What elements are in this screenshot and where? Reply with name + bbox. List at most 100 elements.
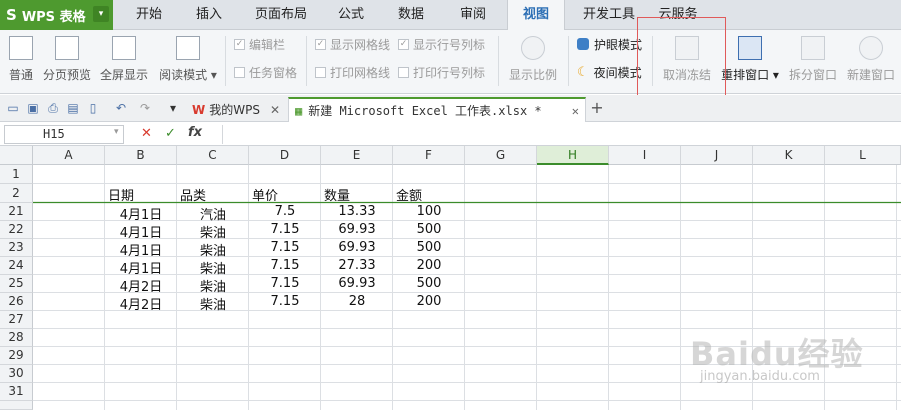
- cell-date[interactable]: 4月1日: [105, 204, 177, 223]
- header-cell-price[interactable]: 单价: [252, 185, 278, 204]
- row-header[interactable]: 22: [0, 221, 33, 239]
- tab-my-wps[interactable]: W 我的WPS ✕: [186, 97, 286, 122]
- spreadsheet-grid[interactable]: A B C D E F G H I J K L 1 2 21 22 23 24 …: [0, 146, 901, 410]
- col-header-i[interactable]: I: [609, 146, 681, 165]
- eye-mode-button[interactable]: 护眼模式: [577, 36, 642, 52]
- print-gridlines-checkbox[interactable]: 打印网格线: [315, 64, 390, 80]
- new-window-button[interactable]: 新建窗口: [844, 34, 898, 90]
- tab-workbook[interactable]: ▦ 新建 Microsoft Excel 工作表.xlsx * ✕: [288, 97, 586, 122]
- cell-amount[interactable]: 500: [393, 240, 465, 255]
- row-header[interactable]: 26: [0, 293, 33, 311]
- cell-quantity[interactable]: 28: [321, 294, 393, 309]
- row-header[interactable]: 28: [0, 329, 33, 347]
- close-icon[interactable]: ✕: [270, 103, 280, 117]
- cell-category[interactable]: 汽油: [177, 204, 249, 223]
- cell-amount[interactable]: 100: [393, 204, 465, 219]
- reading-mode-button[interactable]: 阅读模式 ▾: [156, 34, 220, 90]
- name-box[interactable]: H15: [4, 125, 124, 144]
- close-icon[interactable]: ✕: [572, 104, 579, 118]
- row-header[interactable]: [0, 401, 33, 410]
- cell-date[interactable]: 4月2日: [105, 276, 177, 295]
- col-header-k[interactable]: K: [753, 146, 825, 165]
- row-header[interactable]: 25: [0, 275, 33, 293]
- cell-amount[interactable]: 200: [393, 258, 465, 273]
- col-header-d[interactable]: D: [249, 146, 321, 165]
- row-header[interactable]: 24: [0, 257, 33, 275]
- save-icon[interactable]: ▣: [26, 101, 40, 115]
- menu-insert[interactable]: 插入: [184, 0, 234, 30]
- cell-date[interactable]: 4月1日: [105, 222, 177, 241]
- row-header[interactable]: 2: [0, 184, 33, 203]
- folder-icon[interactable]: ▭: [6, 101, 20, 115]
- col-header-l[interactable]: L: [825, 146, 901, 165]
- formula-input[interactable]: [222, 125, 898, 144]
- col-header-a[interactable]: A: [33, 146, 105, 165]
- row-header[interactable]: 30: [0, 365, 33, 383]
- edit-bar-checkbox[interactable]: ✓ 编辑栏: [234, 36, 285, 52]
- row-header[interactable]: 23: [0, 239, 33, 257]
- col-header-h[interactable]: H: [537, 146, 609, 165]
- cell-category[interactable]: 柴油: [177, 240, 249, 259]
- print-icon[interactable]: ▤: [66, 101, 80, 115]
- menu-home[interactable]: 开始: [124, 0, 174, 30]
- preview-icon[interactable]: ▯: [86, 101, 100, 115]
- cell-quantity[interactable]: 69.93: [321, 240, 393, 255]
- cell-price[interactable]: 7.15: [249, 294, 321, 309]
- cell-price[interactable]: 7.5: [249, 204, 321, 219]
- customize-toolbar-icon[interactable]: ▾: [166, 101, 180, 115]
- cancel-icon[interactable]: ✕: [141, 126, 152, 141]
- page-break-preview-button[interactable]: 分页预览: [42, 34, 92, 90]
- cell-quantity[interactable]: 69.93: [321, 276, 393, 291]
- menu-formulas[interactable]: 公式: [326, 0, 376, 30]
- header-cell-category[interactable]: 品类: [180, 185, 206, 204]
- col-header-g[interactable]: G: [465, 146, 537, 165]
- cell-amount[interactable]: 500: [393, 276, 465, 291]
- menu-developer[interactable]: 开发工具: [576, 0, 642, 30]
- undo-icon[interactable]: ↶: [114, 101, 128, 115]
- menu-data[interactable]: 数据: [386, 0, 436, 30]
- cell-amount[interactable]: 200: [393, 294, 465, 309]
- col-header-b[interactable]: B: [105, 146, 177, 165]
- show-headers-checkbox[interactable]: ✓ 显示行号列标: [398, 36, 485, 52]
- redo-icon[interactable]: ↷: [138, 101, 152, 115]
- select-all-corner[interactable]: [0, 146, 33, 165]
- row-header[interactable]: 21: [0, 203, 33, 221]
- cell-price[interactable]: 7.15: [249, 240, 321, 255]
- cell-price[interactable]: 7.15: [249, 258, 321, 273]
- confirm-icon[interactable]: ✓: [165, 126, 176, 141]
- menu-page-layout[interactable]: 页面布局: [248, 0, 314, 30]
- cell-date[interactable]: 4月1日: [105, 258, 177, 277]
- cell-price[interactable]: 7.15: [249, 276, 321, 291]
- arrange-windows-button[interactable]: 重排窗口 ▾: [719, 34, 781, 90]
- cell-date[interactable]: 4月1日: [105, 240, 177, 259]
- row-header[interactable]: 27: [0, 311, 33, 329]
- night-mode-button[interactable]: ☾ 夜间模式: [577, 64, 642, 80]
- col-header-f[interactable]: F: [393, 146, 465, 165]
- task-pane-checkbox[interactable]: 任务窗格: [234, 64, 297, 80]
- cell-amount[interactable]: 500: [393, 222, 465, 237]
- header-cell-amount[interactable]: 金额: [396, 185, 422, 204]
- menu-review[interactable]: 审阅: [448, 0, 498, 30]
- cell-price[interactable]: 7.15: [249, 222, 321, 237]
- print-headers-checkbox[interactable]: 打印行号列标: [398, 64, 485, 80]
- cell-category[interactable]: 柴油: [177, 222, 249, 241]
- add-tab-icon[interactable]: +: [590, 100, 604, 116]
- menu-view[interactable]: 视图: [507, 0, 565, 31]
- zoom-button[interactable]: 显示比例: [506, 34, 560, 90]
- chevron-down-icon[interactable]: ▾: [93, 6, 109, 22]
- row-header[interactable]: 31: [0, 383, 33, 401]
- full-screen-button[interactable]: 全屏显示: [98, 34, 150, 90]
- row-header[interactable]: 1: [0, 165, 33, 184]
- normal-view-button[interactable]: 普通: [4, 34, 38, 90]
- split-window-button[interactable]: 拆分窗口: [786, 34, 840, 90]
- header-cell-date[interactable]: 日期: [108, 185, 134, 204]
- col-header-j[interactable]: J: [681, 146, 753, 165]
- cell-category[interactable]: 柴油: [177, 294, 249, 313]
- app-menu-button[interactable]: S WPS 表格 ▾: [0, 0, 113, 30]
- show-gridlines-checkbox[interactable]: ✓ 显示网格线: [315, 36, 390, 52]
- row-header[interactable]: 29: [0, 347, 33, 365]
- cell-category[interactable]: 柴油: [177, 258, 249, 277]
- chevron-down-icon[interactable]: ▾: [114, 127, 119, 137]
- cell-quantity[interactable]: 69.93: [321, 222, 393, 237]
- header-cell-quantity[interactable]: 数量: [324, 185, 350, 204]
